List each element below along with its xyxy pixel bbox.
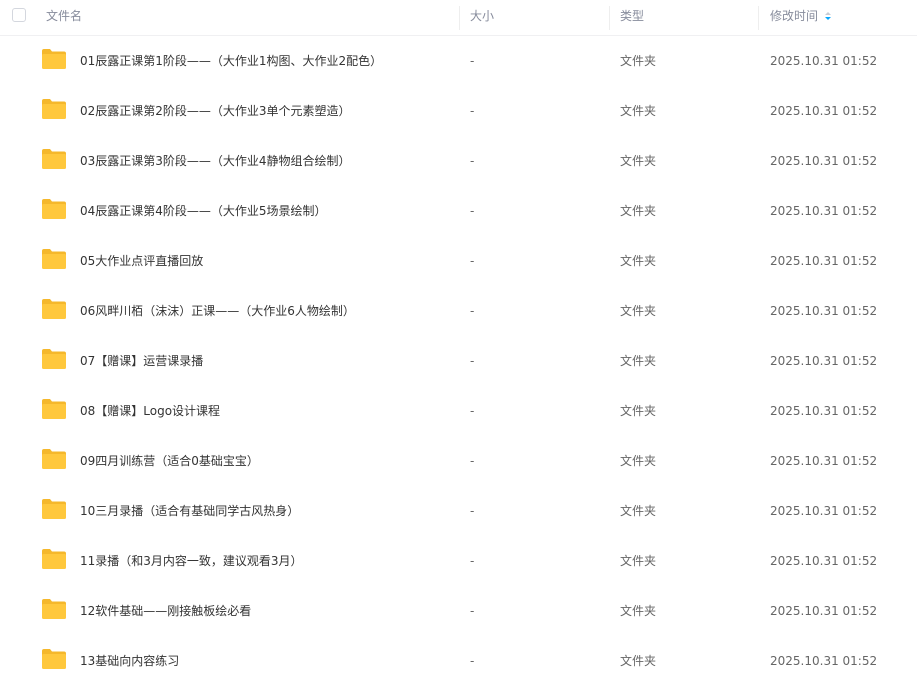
file-name[interactable]: 08【赠课】Logo设计课程 [80, 386, 220, 436]
file-modified: 2025.10.31 01:52 [770, 304, 878, 318]
file-list-table: 文件名 大小 类型 修改时间 01辰露正课第1阶段——（大作业1构图、大作业2配… [0, 0, 917, 688]
file-name[interactable]: 12软件基础——刚接触板绘必看 [80, 586, 251, 636]
file-size: - [470, 604, 475, 618]
folder-icon [42, 349, 66, 369]
table-row[interactable]: 02辰露正课第2阶段——（大作业3单个元素塑造） - 文件夹 2025.10.31 0… [0, 86, 917, 136]
file-name[interactable]: 01辰露正课第1阶段——（大作业1构图、大作业2配色） [80, 36, 382, 86]
file-modified: 2025.10.31 01:52 [770, 204, 878, 218]
file-size: - [470, 304, 475, 318]
folder-icon [42, 599, 66, 619]
file-size: - [470, 204, 475, 218]
file-type: 文件夹 [620, 654, 657, 668]
file-size: - [470, 104, 475, 118]
file-name[interactable]: 04辰露正课第4阶段——（大作业5场景绘制） [80, 186, 327, 236]
folder-icon [42, 649, 66, 669]
file-size: - [470, 354, 475, 368]
file-size: - [470, 454, 475, 468]
file-type: 文件夹 [620, 454, 657, 468]
file-name[interactable]: 02辰露正课第2阶段——（大作业3单个元素塑造） [80, 86, 351, 136]
file-modified: 2025.10.31 01:52 [770, 504, 878, 518]
column-header-modified-label: 修改时间 [770, 9, 819, 23]
file-modified: 2025.10.31 01:52 [770, 554, 878, 568]
table-row[interactable]: 06风畔川栢（沫沫）正课——（大作业6人物绘制） - 文件夹 2025.10.31 0… [0, 286, 917, 336]
folder-icon [42, 199, 66, 219]
table-row[interactable]: 07【赠课】运营课录播 - 文件夹 2025.10.31 01:52 [0, 336, 917, 386]
file-type: 文件夹 [620, 404, 657, 418]
sort-descending-icon[interactable] [824, 1, 832, 33]
file-size: - [470, 54, 475, 68]
file-modified: 2025.10.31 01:52 [770, 604, 878, 618]
file-size: - [470, 254, 475, 268]
column-divider[interactable] [758, 6, 759, 30]
file-type: 文件夹 [620, 354, 657, 368]
file-modified: 2025.10.31 01:52 [770, 254, 878, 268]
file-size: - [470, 654, 475, 668]
folder-icon [42, 399, 66, 419]
column-divider[interactable] [609, 6, 610, 30]
file-modified: 2025.10.31 01:52 [770, 654, 878, 668]
file-type: 文件夹 [620, 104, 657, 118]
file-modified: 2025.10.31 01:52 [770, 154, 878, 168]
file-name[interactable]: 13基础向内容练习 [80, 636, 179, 686]
folder-icon [42, 99, 66, 119]
file-modified: 2025.10.31 01:52 [770, 454, 878, 468]
file-name[interactable]: 10三月录播（适合有基础同学古风热身） [80, 486, 299, 536]
table-row[interactable]: 04辰露正课第4阶段——（大作业5场景绘制） - 文件夹 2025.10.31 01:… [0, 186, 917, 236]
file-modified: 2025.10.31 01:52 [770, 354, 878, 368]
column-divider[interactable] [459, 6, 460, 30]
column-header-size[interactable]: 大小 [470, 0, 494, 36]
table-row[interactable]: 09四月训练营（适合0基础宝宝） - 文件夹 2025.10.31 01:52 [0, 436, 917, 486]
folder-icon [42, 499, 66, 519]
folder-icon [42, 449, 66, 469]
file-type: 文件夹 [620, 504, 657, 518]
table-row[interactable]: 01辰露正课第1阶段——（大作业1构图、大作业2配色） - 文件夹 2025.10.3… [0, 36, 917, 86]
file-name[interactable]: 07【赠课】运营课录播 [80, 336, 203, 386]
column-header-name[interactable]: 文件名 [46, 0, 82, 36]
table-row[interactable]: 13基础向内容练习 - 文件夹 2025.10.31 01:52 [0, 636, 917, 686]
select-all-checkbox[interactable] [12, 8, 26, 22]
table-row[interactable]: 11录播（和3月内容一致，建议观看3月） - 文件夹 2025.10.31 01:52 [0, 536, 917, 586]
folder-icon [42, 49, 66, 69]
file-type: 文件夹 [620, 254, 657, 268]
file-modified: 2025.10.31 01:52 [770, 404, 878, 418]
file-type: 文件夹 [620, 554, 657, 568]
file-size: - [470, 404, 475, 418]
file-size: - [470, 154, 475, 168]
file-type: 文件夹 [620, 604, 657, 618]
file-size: - [470, 504, 475, 518]
file-type: 文件夹 [620, 154, 657, 168]
column-header-type[interactable]: 类型 [620, 0, 644, 36]
file-name[interactable]: 06风畔川栢（沫沫）正课——（大作业6人物绘制） [80, 286, 355, 336]
file-name[interactable]: 09四月训练营（适合0基础宝宝） [80, 436, 259, 486]
table-row[interactable]: 12软件基础——刚接触板绘必看 - 文件夹 2025.10.31 01:52 [0, 586, 917, 636]
file-type: 文件夹 [620, 204, 657, 218]
table-row[interactable]: 10三月录播（适合有基础同学古风热身） - 文件夹 2025.10.31 01:52 [0, 486, 917, 536]
table-row[interactable]: 05大作业点评直播回放 - 文件夹 2025.10.31 01:52 [0, 236, 917, 286]
folder-icon [42, 249, 66, 269]
file-modified: 2025.10.31 01:52 [770, 104, 878, 118]
folder-icon [42, 549, 66, 569]
table-row[interactable]: 08【赠课】Logo设计课程 - 文件夹 2025.10.31 01:52 [0, 386, 917, 436]
table-header: 文件名 大小 类型 修改时间 [0, 0, 917, 36]
column-header-modified[interactable]: 修改时间 [770, 0, 832, 36]
file-size: - [470, 554, 475, 568]
file-modified: 2025.10.31 01:52 [770, 54, 878, 68]
table-row[interactable]: 03辰露正课第3阶段——（大作业4静物组合绘制） - 文件夹 2025.10.31 0… [0, 136, 917, 186]
folder-icon [42, 299, 66, 319]
file-name[interactable]: 03辰露正课第3阶段——（大作业4静物组合绘制） [80, 136, 351, 186]
file-name[interactable]: 05大作业点评直播回放 [80, 236, 203, 286]
folder-icon [42, 149, 66, 169]
file-type: 文件夹 [620, 54, 657, 68]
file-type: 文件夹 [620, 304, 657, 318]
file-name[interactable]: 11录播（和3月内容一致，建议观看3月） [80, 536, 303, 586]
